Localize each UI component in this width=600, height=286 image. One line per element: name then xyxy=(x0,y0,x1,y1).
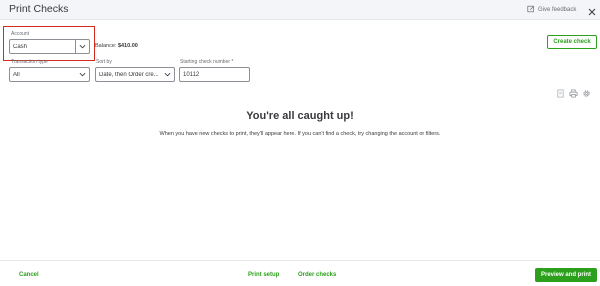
account-select[interactable]: Cash xyxy=(9,39,90,54)
chevron-down-icon xyxy=(75,68,89,81)
close-button[interactable] xyxy=(587,4,597,16)
sort-by-select[interactable]: Date, then Order cre... xyxy=(95,67,175,82)
balance-label: Balance: xyxy=(95,43,117,49)
chevron-down-icon xyxy=(75,40,89,53)
starting-check-label: Starting check number * xyxy=(180,59,234,65)
transaction-type-select[interactable]: All xyxy=(9,67,90,82)
page-title: Print Checks xyxy=(9,3,69,15)
give-feedback-label: Give feedback xyxy=(538,7,577,13)
settings-gear-icon xyxy=(582,85,591,102)
print-button[interactable] xyxy=(569,85,578,98)
print-setup-button[interactable]: Print setup xyxy=(248,272,279,278)
give-feedback-link[interactable]: Give feedback xyxy=(527,5,576,15)
close-icon xyxy=(587,4,597,21)
header-bar: Print Checks Give feedback xyxy=(0,0,600,20)
preview-and-print-button[interactable]: Preview and print xyxy=(535,268,597,282)
transaction-type-label: Transaction type xyxy=(11,59,48,65)
account-select-value: Cash xyxy=(13,43,28,50)
account-balance: Balance: $410.00 xyxy=(95,43,138,49)
create-check-button[interactable]: Create check xyxy=(547,35,597,49)
empty-state-description: When you have new checks to print, they'… xyxy=(159,131,441,137)
footer-bar: Cancel Print setup Order checks Preview … xyxy=(0,260,600,286)
sort-by-value: Date, then Order cre... xyxy=(99,71,159,78)
print-icon xyxy=(569,85,578,102)
empty-state-title: You're all caught up! xyxy=(246,110,354,122)
starting-check-input[interactable]: 10112 xyxy=(179,67,250,82)
cancel-button[interactable]: Cancel xyxy=(19,272,39,278)
balance-value: $410.00 xyxy=(117,43,138,49)
copy-icon xyxy=(556,85,565,102)
feedback-icon xyxy=(527,5,535,15)
sort-by-label: Sort by xyxy=(96,59,112,65)
chevron-down-icon xyxy=(160,68,174,81)
transaction-type-value: All xyxy=(13,71,20,78)
settings-button[interactable] xyxy=(582,85,591,97)
order-checks-button[interactable]: Order checks xyxy=(298,272,336,278)
account-label: Account xyxy=(11,31,30,37)
copy-button[interactable] xyxy=(556,85,565,98)
